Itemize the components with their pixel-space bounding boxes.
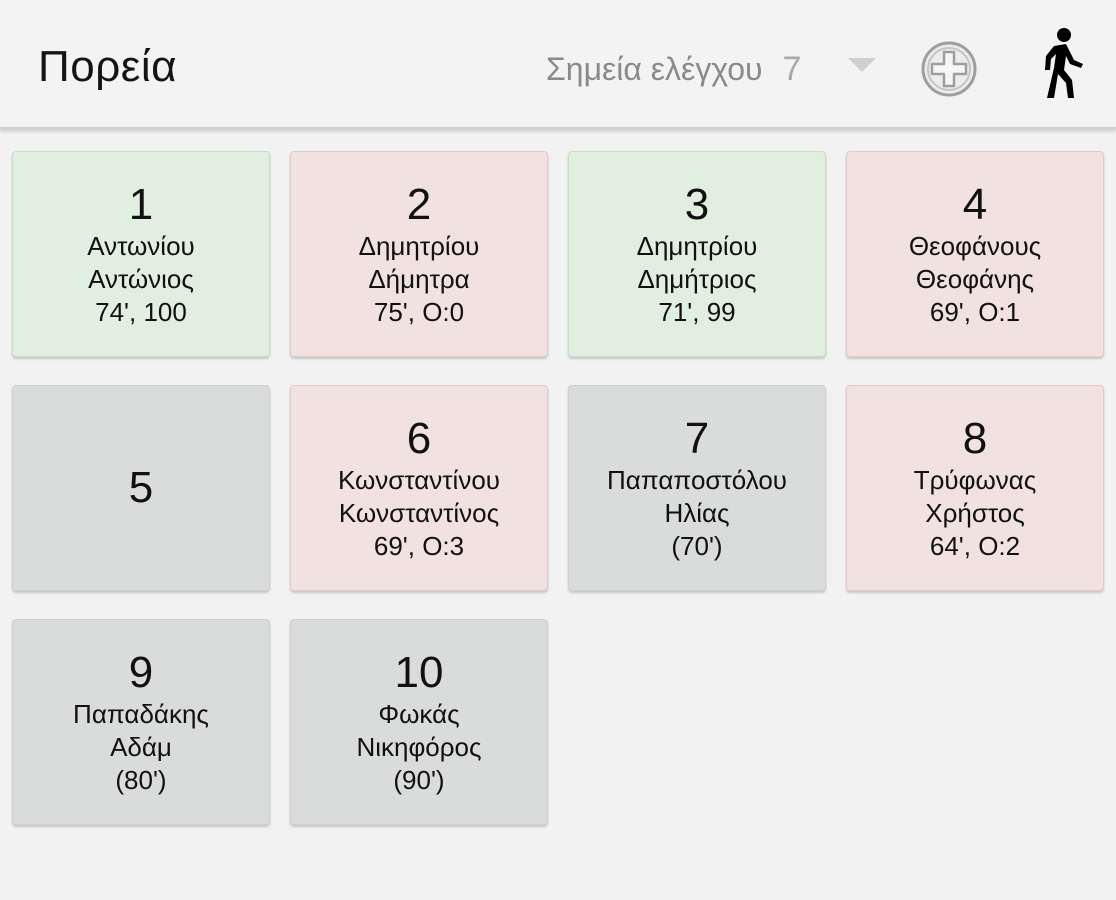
tile-number: 6 [406,413,432,463]
tile-info: 69', Ο:1 [929,296,1021,327]
tile-number: 5 [128,463,154,512]
tile-number: 8 [962,413,988,463]
tile-info: 74', 100 [95,296,187,327]
app-window: Πορεία Σημεία ελέγχου 7 1 Αντωνίου Αντώνιο… [0,0,1116,900]
checkpoints-spinner[interactable]: Σημεία ελέγχου 7 [546,46,801,92]
tile-surname: Δημητρίου [358,230,480,261]
tile-number: 2 [406,179,432,229]
tile-first-name: Θεοφάνης [915,263,1035,294]
participant-tile-8[interactable]: 8 Τρύφωνας Χρήστος 64', Ο:2 [846,385,1104,591]
tile-info: 64', Ο:2 [929,530,1021,561]
tile-first-name: Κωνσταντίνος [338,497,500,528]
checkpoints-label: Σημεία ελέγχου [546,50,763,87]
participant-tile-1[interactable]: 1 Αντωνίου Αντώνιος 74', 100 [12,151,270,357]
tile-surname: Τρύφωνας [913,464,1037,495]
tile-first-name: Ηλίας [664,497,730,528]
add-circle-icon [921,41,977,97]
tile-number: 9 [128,647,154,697]
tile-first-name: Νικηφόρος [356,731,482,762]
tile-first-name: Δημήτριος [637,263,757,294]
tile-first-name: Αντώνιος [88,263,194,294]
add-checkpoint-button[interactable] [920,40,978,98]
tile-first-name: Δήμητρα [368,263,470,294]
participant-tile-9[interactable]: 9 Παπαδάκης Αδάμ (80') [12,619,270,825]
participant-tile-3[interactable]: 3 Δημητρίου Δημήτριος 71', 99 [568,151,826,357]
tile-number: 7 [684,413,710,463]
participant-tile-7[interactable]: 7 Παπαποστόλου Ηλίας (70') [568,385,826,591]
tile-number: 3 [684,179,710,229]
tile-info: (80') [115,764,167,795]
tile-first-name: Αδάμ [110,731,172,762]
page-title: Πορεία [38,42,178,91]
participant-tile-4[interactable]: 4 Θεοφάνους Θεοφάνης 69', Ο:1 [846,151,1104,357]
tile-number: 10 [394,647,444,697]
tile-surname: Θεοφάνους [908,230,1042,261]
tile-info: 71', 99 [658,296,736,327]
action-bar: Πορεία Σημεία ελέγχου 7 [0,0,1116,130]
checkpoints-count: 7 [782,49,802,88]
participant-tile-6[interactable]: 6 Κωνσταντίνου Κωνσταντίνος 69', Ο:3 [290,385,548,591]
tile-surname: Παπαδάκης [73,698,209,729]
tile-number: 4 [962,179,988,229]
tile-surname: Δημητρίου [636,230,758,261]
participant-tile-2[interactable]: 2 Δημητρίου Δήμητρα 75', Ο:0 [290,151,548,357]
tile-info: (90') [393,764,445,795]
tile-info: 69', Ο:3 [373,530,465,561]
walking-person-icon [1045,28,1083,98]
tile-surname: Αντωνίου [87,230,195,261]
participant-tile-5[interactable]: 5 [12,385,270,591]
participant-tile-10[interactable]: 10 Φωκάς Νικηφόρος (90') [290,619,548,825]
walk-mode-button[interactable] [1032,26,1088,100]
dropdown-arrow-icon[interactable] [848,58,876,72]
tile-info: 75', Ο:0 [373,296,465,327]
tile-surname: Κωνσταντίνου [337,464,501,495]
tile-first-name: Χρήστος [925,497,1025,528]
tile-surname: Παπαποστόλου [606,464,787,495]
tile-number: 1 [128,179,154,229]
tile-surname: Φωκάς [378,698,460,729]
tile-info: (70') [671,530,723,561]
